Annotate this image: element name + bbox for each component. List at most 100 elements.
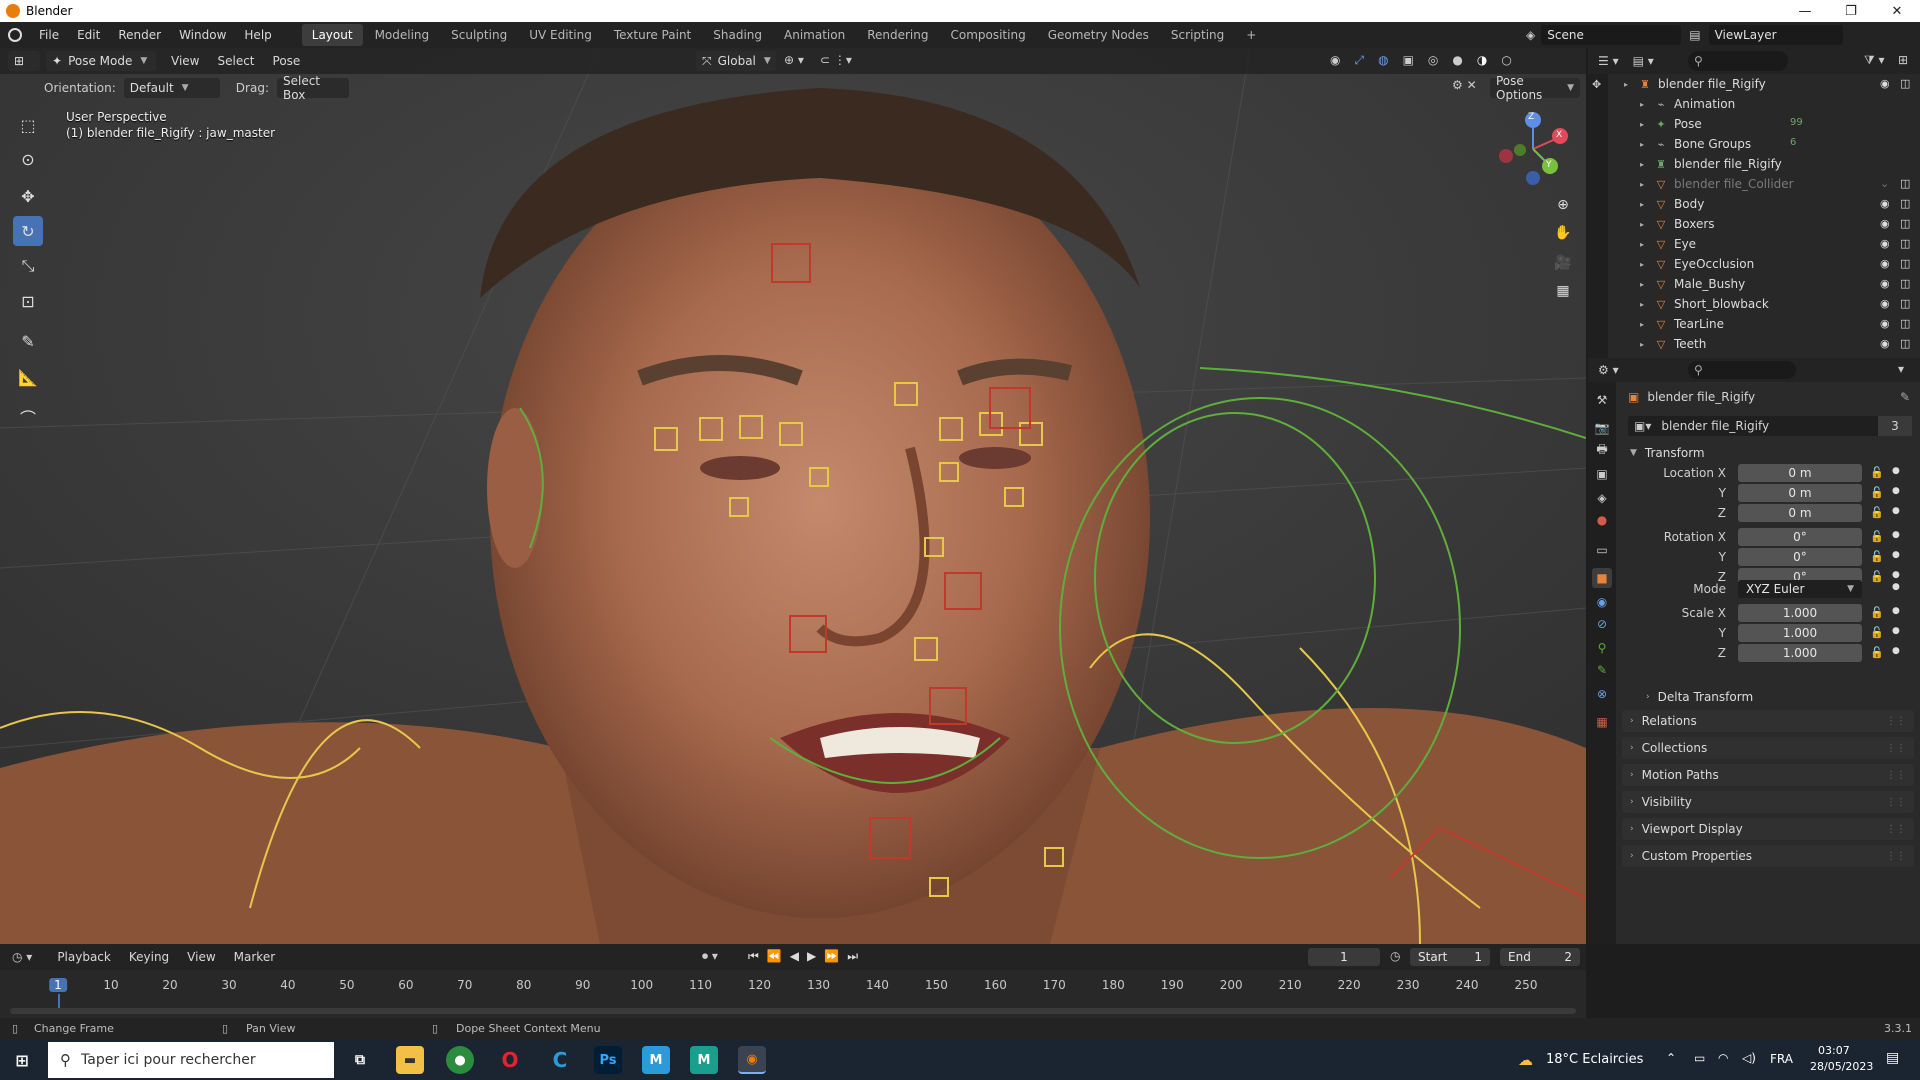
- outliner-row[interactable]: ▸ ♜ blender file_Rigify ◉ ◫: [1588, 74, 1920, 94]
- render-tab-icon[interactable]: 📷: [1592, 418, 1612, 438]
- menu-edit[interactable]: Edit: [68, 22, 109, 48]
- outliner-row[interactable]: ▸ ▽ Male_Bushy ◉ ◫: [1588, 274, 1920, 294]
- outliner-row[interactable]: ▸ ▽ Teeth ◉ ◫: [1588, 334, 1920, 354]
- expand-arrow-icon[interactable]: ▸: [1640, 340, 1644, 349]
- location-z-field[interactable]: 0 m: [1738, 504, 1862, 522]
- cursor-icon[interactable]: ⊙: [13, 144, 43, 174]
- viewport-menu-pose[interactable]: Pose: [264, 48, 310, 74]
- properties-search-input[interactable]: ⚲: [1688, 361, 1796, 379]
- filter-icon[interactable]: ⧩ ▾: [1864, 53, 1885, 68]
- wireframe-shading-icon[interactable]: ◎: [1428, 53, 1438, 68]
- maya-icon[interactable]: M: [642, 1046, 670, 1074]
- menu-window[interactable]: Window: [170, 22, 235, 48]
- lock-icon[interactable]: 🔓: [1870, 606, 1884, 619]
- camera-view-icon[interactable]: 🎥: [1550, 250, 1576, 276]
- keyframe-dot-icon[interactable]: ●: [1892, 530, 1900, 540]
- photoshop-icon[interactable]: Ps: [594, 1046, 622, 1074]
- drag-handle-icon[interactable]: ⋮⋮: [1886, 824, 1906, 835]
- render-visibility-icon[interactable]: ◫: [1900, 177, 1910, 190]
- material-shading-icon[interactable]: ◑: [1477, 53, 1487, 68]
- outliner-row[interactable]: ▸ ▽ TearLine ◉ ◫: [1588, 314, 1920, 334]
- tab-layout[interactable]: Layout: [301, 24, 363, 46]
- output-tab-icon[interactable]: 🖶: [1592, 440, 1612, 460]
- expand-arrow-icon[interactable]: ▸: [1640, 140, 1644, 149]
- timeline-scrollbar[interactable]: [10, 1008, 1576, 1014]
- expand-arrow-icon[interactable]: ▸: [1640, 220, 1644, 229]
- battery-icon[interactable]: ▭: [1694, 1051, 1705, 1065]
- clock-date[interactable]: 28/05/2023: [1810, 1060, 1873, 1073]
- lock-icon[interactable]: 🔓: [1870, 570, 1884, 583]
- render-visibility-icon[interactable]: ◫: [1900, 217, 1910, 230]
- eye-visibility-icon[interactable]: ⌄: [1880, 177, 1889, 190]
- physics-tab-icon[interactable]: ◉: [1592, 592, 1612, 612]
- pan-hand-icon[interactable]: ✋: [1550, 220, 1576, 246]
- measure-icon[interactable]: 📐: [13, 362, 43, 392]
- tab-shading[interactable]: Shading: [703, 24, 772, 46]
- keyframe-dot-icon[interactable]: ●: [1892, 486, 1900, 496]
- render-visibility-icon[interactable]: ◫: [1900, 237, 1910, 250]
- display-mode-icon[interactable]: ▤ ▾: [1633, 54, 1654, 68]
- scene-tab-icon[interactable]: ◈: [1592, 488, 1612, 508]
- c-app-icon[interactable]: C: [546, 1046, 574, 1074]
- expand-arrow-icon[interactable]: ▸: [1624, 80, 1628, 89]
- tab-rendering[interactable]: Rendering: [857, 24, 938, 46]
- rotate-icon[interactable]: ↻: [13, 216, 43, 246]
- keyframe-dot-icon[interactable]: ●: [1892, 506, 1900, 516]
- close-button[interactable]: ✕: [1874, 0, 1920, 22]
- delta-transform-panel-header[interactable]: › Delta Transform: [1638, 686, 1914, 708]
- outliner-row[interactable]: ▸ ▽ EyeOcclusion ◉ ◫: [1588, 254, 1920, 274]
- rotation-x-field[interactable]: 0°: [1738, 528, 1862, 546]
- blender-menu-icon[interactable]: [0, 22, 30, 48]
- tab-scripting[interactable]: Scripting: [1161, 24, 1234, 46]
- datablock-selector[interactable]: ▣▾ blender file_Rigify 3: [1628, 416, 1912, 436]
- datablock-users-count[interactable]: 3: [1878, 416, 1912, 436]
- scale-icon[interactable]: ⤡: [13, 251, 43, 281]
- expand-arrow-icon[interactable]: ▸: [1640, 180, 1644, 189]
- lock-icon[interactable]: 🔓: [1870, 550, 1884, 563]
- expand-arrow-icon[interactable]: ▸: [1640, 300, 1644, 309]
- tool-tab-icon[interactable]: ⚒: [1592, 390, 1612, 410]
- clock-time[interactable]: 03:07: [1818, 1044, 1850, 1057]
- lock-icon[interactable]: 🔓: [1870, 486, 1884, 499]
- expand-arrow-icon[interactable]: ▸: [1640, 240, 1644, 249]
- drag-handle-icon[interactable]: ⋮⋮: [1886, 797, 1906, 808]
- keyframe-dot-icon[interactable]: ●: [1892, 582, 1900, 592]
- move-icon[interactable]: ✥: [13, 181, 43, 211]
- editor-type-button[interactable]: ⊞: [8, 51, 40, 71]
- solid-shading-icon[interactable]: ●: [1452, 53, 1462, 68]
- outliner-row[interactable]: ▸ ⌁ Bone Groups 6: [1588, 134, 1920, 154]
- lock-icon[interactable]: 🔓: [1870, 626, 1884, 639]
- view-layer-selector[interactable]: ViewLayer: [1708, 25, 1843, 45]
- outliner-row[interactable]: ▸ ▽ Eye ◉ ◫: [1588, 234, 1920, 254]
- render-visibility-icon[interactable]: ◫: [1900, 257, 1910, 270]
- eye-visibility-icon[interactable]: ◉: [1880, 217, 1890, 230]
- weather-label[interactable]: 18°C Eclaircies: [1546, 1052, 1643, 1067]
- windows-start-icon[interactable]: ⊞: [8, 1046, 36, 1074]
- pivot-icon[interactable]: ⊕ ▾: [784, 53, 804, 67]
- select-box-icon[interactable]: ⬚: [13, 110, 43, 140]
- constraints-tab-icon[interactable]: ⊘: [1592, 614, 1612, 634]
- tab-texture-paint[interactable]: Texture Paint: [604, 24, 701, 46]
- tab-modeling[interactable]: Modeling: [365, 24, 440, 46]
- options-icon[interactable]: ▾: [1898, 362, 1904, 376]
- scene-selector[interactable]: Scene: [1541, 25, 1682, 45]
- lock-icon[interactable]: 🔓: [1870, 506, 1884, 519]
- keyframe-dot-icon[interactable]: ●: [1892, 550, 1900, 560]
- render-visibility-icon[interactable]: ◫: [1900, 197, 1910, 210]
- rotation-mode-selector[interactable]: XYZ Euler ▼: [1738, 580, 1862, 598]
- tab-sculpting[interactable]: Sculpting: [441, 24, 517, 46]
- menu-help[interactable]: Help: [235, 22, 280, 48]
- keyframe-dot-icon[interactable]: ●: [1892, 606, 1900, 616]
- expand-arrow-icon[interactable]: ▸: [1640, 120, 1644, 129]
- tab-animation[interactable]: Animation: [774, 24, 855, 46]
- outliner-row[interactable]: ▸ ♜ blender file_Rigify: [1588, 154, 1920, 174]
- pin-icon[interactable]: ✎: [1900, 390, 1910, 404]
- expand-arrow-icon[interactable]: ▸: [1640, 260, 1644, 269]
- bone-constraints-tab-icon[interactable]: ⊗: [1592, 684, 1612, 704]
- menu-file[interactable]: File: [30, 22, 68, 48]
- view-layer-icon[interactable]: ▤: [1689, 28, 1700, 42]
- render-visibility-icon[interactable]: ◫: [1900, 297, 1910, 310]
- outliner-row[interactable]: ▸ ▽ Body ◉ ◫: [1588, 194, 1920, 214]
- scale-x-field[interactable]: 1.000: [1738, 604, 1862, 622]
- new-collection-icon[interactable]: ⊞: [1898, 53, 1908, 67]
